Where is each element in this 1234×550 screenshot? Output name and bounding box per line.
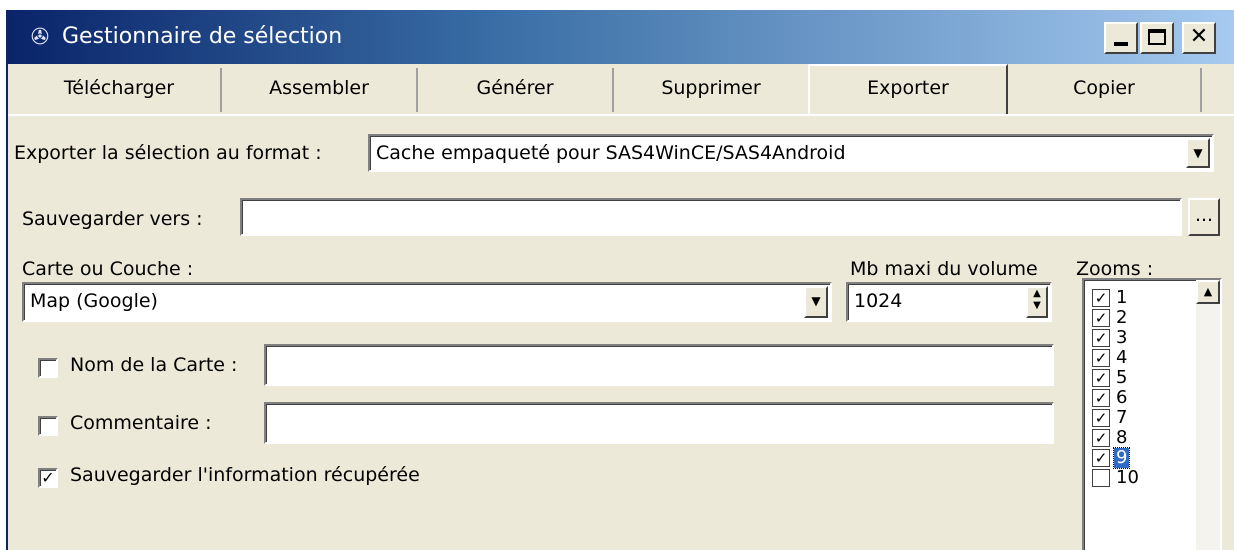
maximize-icon bbox=[1148, 29, 1166, 45]
volume-value: 1024 bbox=[854, 290, 903, 312]
browse-button[interactable]: ... bbox=[1188, 198, 1220, 236]
close-icon: ✕ bbox=[1189, 24, 1209, 49]
map-layer-value: Map (Google) bbox=[30, 290, 158, 312]
chevron-up-icon: ▲ bbox=[1203, 285, 1213, 298]
zoom-checkbox[interactable]: ✓ bbox=[1092, 409, 1110, 427]
window-title: Gestionnaire de sélection bbox=[62, 24, 343, 49]
export-panel: Exporter la sélection au format : Cache … bbox=[8, 114, 1234, 550]
map-layer-label: Carte ou Couche : bbox=[22, 258, 194, 280]
map-dropdown-button[interactable]: ▼ bbox=[804, 286, 828, 318]
minimize-button[interactable] bbox=[1104, 22, 1138, 54]
tab-generer[interactable]: Générer bbox=[418, 68, 614, 112]
selection-manager-window: ✇ Gestionnaire de sélection ✕ Télécharge… bbox=[6, 10, 1234, 550]
map-layer-select[interactable]: Map (Google) ▼ bbox=[22, 282, 832, 322]
minimize-icon bbox=[1114, 42, 1128, 46]
zooms-label: Zooms : bbox=[1076, 258, 1154, 280]
tab-bar: Télécharger Assembler Générer Supprimer … bbox=[8, 64, 1234, 114]
tab-copier[interactable]: Copier bbox=[1008, 68, 1202, 112]
zoom-checkbox[interactable]: ✓ bbox=[1092, 389, 1110, 407]
comment-checkbox[interactable] bbox=[38, 416, 58, 436]
zoom-checkbox[interactable]: ✓ bbox=[1092, 429, 1110, 447]
checkmark-icon: ✓ bbox=[41, 468, 55, 487]
save-info-checkbox[interactable]: ✓ bbox=[38, 468, 58, 488]
map-name-checkbox[interactable] bbox=[38, 358, 58, 378]
format-select[interactable]: Cache empaqueté pour SAS4WinCE/SAS4Andro… bbox=[368, 134, 1214, 172]
zoom-scrollbar[interactable]: ▲ bbox=[1196, 280, 1220, 550]
comment-input[interactable] bbox=[264, 402, 1054, 444]
tab-telecharger[interactable]: Télécharger bbox=[18, 68, 222, 112]
zoom-checkbox[interactable] bbox=[1092, 469, 1110, 487]
tab-assembler[interactable]: Assembler bbox=[222, 68, 418, 112]
chevron-down-icon: ▼ bbox=[1193, 146, 1203, 160]
tab-supprimer[interactable]: Supprimer bbox=[614, 68, 810, 112]
zoom-list[interactable]: ✓ 1 ✓ 2 ✓ 3 ✓ 4 ✓ 5 ✓ 6 ✓ 7 ✓ 8 ✓ 9 10 ▲ bbox=[1082, 278, 1222, 550]
format-value: Cache empaqueté pour SAS4WinCE/SAS4Andro… bbox=[376, 142, 846, 164]
zoom-checkbox[interactable]: ✓ bbox=[1092, 449, 1110, 467]
map-name-label: Nom de la Carte : bbox=[70, 354, 238, 376]
scroll-up-button[interactable]: ▲ bbox=[1196, 280, 1220, 304]
app-icon: ✇ bbox=[30, 25, 50, 50]
title-bar[interactable]: ✇ Gestionnaire de sélection ✕ bbox=[8, 10, 1234, 64]
zoom-checkbox[interactable]: ✓ bbox=[1092, 289, 1110, 307]
comment-label: Commentaire : bbox=[70, 412, 212, 434]
save-to-input[interactable] bbox=[240, 198, 1182, 236]
zoom-checkbox[interactable]: ✓ bbox=[1092, 349, 1110, 367]
format-dropdown-button[interactable]: ▼ bbox=[1186, 138, 1210, 168]
spinner-arrows-icon[interactable]: ▲ ▼ bbox=[1026, 286, 1048, 318]
save-to-label: Sauvegarder vers : bbox=[22, 208, 203, 230]
volume-spinner[interactable]: 1024 ▲ ▼ bbox=[846, 282, 1052, 322]
volume-label: Mb maxi du volume bbox=[850, 258, 1038, 280]
close-button[interactable]: ✕ bbox=[1182, 22, 1216, 54]
zoom-checkbox[interactable]: ✓ bbox=[1092, 309, 1110, 327]
map-name-input[interactable] bbox=[264, 344, 1054, 386]
format-label: Exporter la sélection au format : bbox=[14, 142, 322, 164]
save-info-label: Sauvegarder l'information récupérée bbox=[70, 464, 420, 486]
zoom-checkbox[interactable]: ✓ bbox=[1092, 329, 1110, 347]
zoom-checkbox[interactable]: ✓ bbox=[1092, 369, 1110, 387]
chevron-down-icon: ▼ bbox=[811, 294, 821, 308]
maximize-button[interactable] bbox=[1140, 22, 1174, 54]
tab-exporter[interactable]: Exporter bbox=[808, 64, 1008, 114]
